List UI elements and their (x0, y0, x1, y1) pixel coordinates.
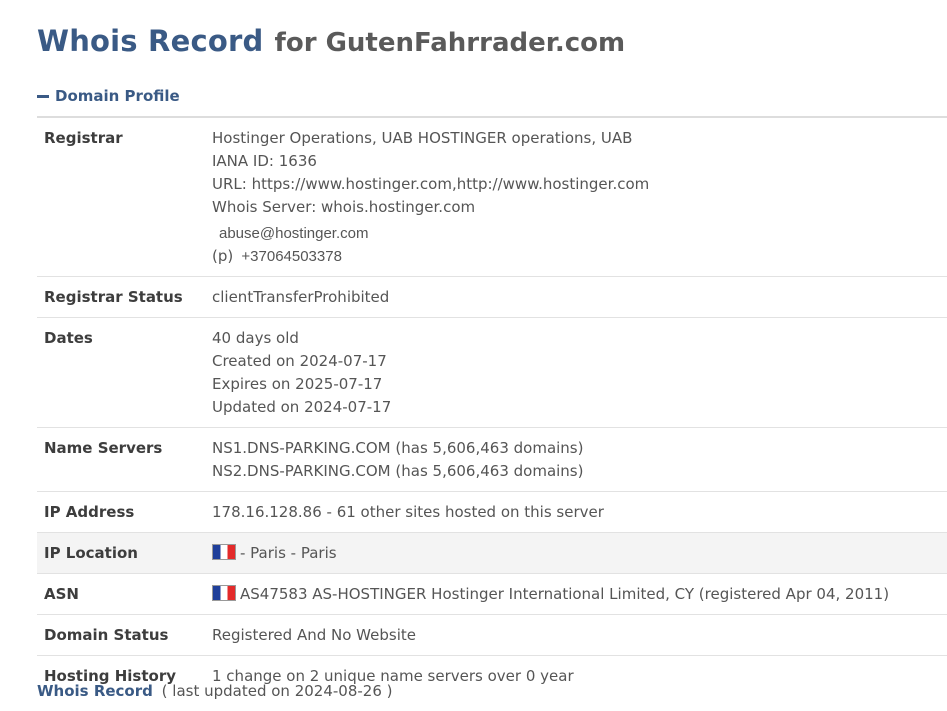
registrar-label: Registrar (44, 129, 123, 147)
whois-record-link[interactable]: Whois Record (37, 682, 153, 700)
updated-date: Updated on 2024-07-17 (212, 398, 392, 416)
whois-record-footer: Whois Record ( last updated on 2024-08-2… (37, 682, 393, 700)
registrar-phone-line: (p) +37064503378 (212, 245, 947, 268)
phone-prefix: (p) (212, 247, 234, 265)
table-row-registrar: Registrar Hostinger Operations, UAB HOST… (37, 118, 947, 277)
registrar-name: Hostinger Operations, UAB HOSTINGER oper… (212, 129, 633, 147)
name-server-1: NS1.DNS-PARKING.COM (has 5,606,463 domai… (212, 439, 584, 457)
domain-status-value: Registered And No Website (212, 626, 416, 644)
registrar-url: URL: https://www.hostinger.com,http://ww… (212, 175, 650, 193)
name-server-2: NS2.DNS-PARKING.COM (has 5,606,463 domai… (212, 462, 584, 480)
page-title-domain: for GutenFahrrader.com (274, 28, 626, 58)
registrar-value: Hostinger Operations, UAB HOSTINGER oper… (212, 127, 947, 268)
domain-status-label: Domain Status (44, 626, 169, 644)
registrar-email: abuse@hostinger.com (219, 225, 369, 242)
ip-location-text: - Paris - Paris (240, 544, 337, 562)
table-row-ip-location: IP Location - Paris - Paris (37, 533, 947, 574)
table-row-name-servers: Name Servers NS1.DNS-PARKING.COM (has 5,… (37, 428, 947, 492)
domain-profile-table: Registrar Hostinger Operations, UAB HOST… (37, 116, 947, 696)
ip-location-label: IP Location (44, 544, 138, 562)
registrar-status-value: clientTransferProhibited (212, 288, 390, 306)
name-servers-value: NS1.DNS-PARKING.COM (has 5,606,463 domai… (212, 437, 947, 483)
asn-value: AS47583 AS-HOSTINGER Hostinger Internati… (212, 583, 947, 606)
asn-label: ASN (44, 585, 79, 603)
domain-age: 40 days old (212, 329, 299, 347)
name-servers-label: Name Servers (44, 439, 163, 457)
last-updated-text: ( last updated on 2024-08-26 ) (161, 682, 393, 700)
table-row-domain-status: Domain Status Registered And No Website (37, 615, 947, 656)
page-title-main: Whois Record (37, 24, 264, 58)
table-row-registrar-status: Registrar Status clientTransferProhibite… (37, 277, 947, 318)
domain-profile-toggle[interactable]: Domain Profile (37, 87, 180, 105)
registrar-whois-server: Whois Server: whois.hostinger.com (212, 198, 476, 216)
registrar-iana: IANA ID: 1636 (212, 152, 317, 170)
dates-value: 40 days old Created on 2024-07-17 Expire… (212, 327, 947, 419)
registrar-status-label: Registrar Status (44, 288, 183, 306)
ip-address-label: IP Address (44, 503, 135, 521)
created-date: Created on 2024-07-17 (212, 352, 387, 370)
table-row-asn: ASN AS47583 AS-HOSTINGER Hostinger Inter… (37, 574, 947, 615)
ip-location-value: - Paris - Paris (212, 542, 947, 565)
dates-label: Dates (44, 329, 93, 347)
registrar-phone: +37064503378 (241, 248, 342, 265)
france-flag-icon (212, 585, 236, 601)
page-title: Whois Record for GutenFahrrader.com (37, 24, 625, 58)
ip-address-value: 178.16.128.86 - 61 other sites hosted on… (212, 503, 604, 521)
table-row-dates: Dates 40 days old Created on 2024-07-17 … (37, 318, 947, 428)
minus-icon (37, 94, 49, 98)
domain-profile-label: Domain Profile (55, 87, 180, 105)
france-flag-icon (212, 544, 236, 560)
table-row-ip-address: IP Address 178.16.128.86 - 61 other site… (37, 492, 947, 533)
expires-date: Expires on 2025-07-17 (212, 375, 383, 393)
asn-text: AS47583 AS-HOSTINGER Hostinger Internati… (240, 585, 890, 603)
